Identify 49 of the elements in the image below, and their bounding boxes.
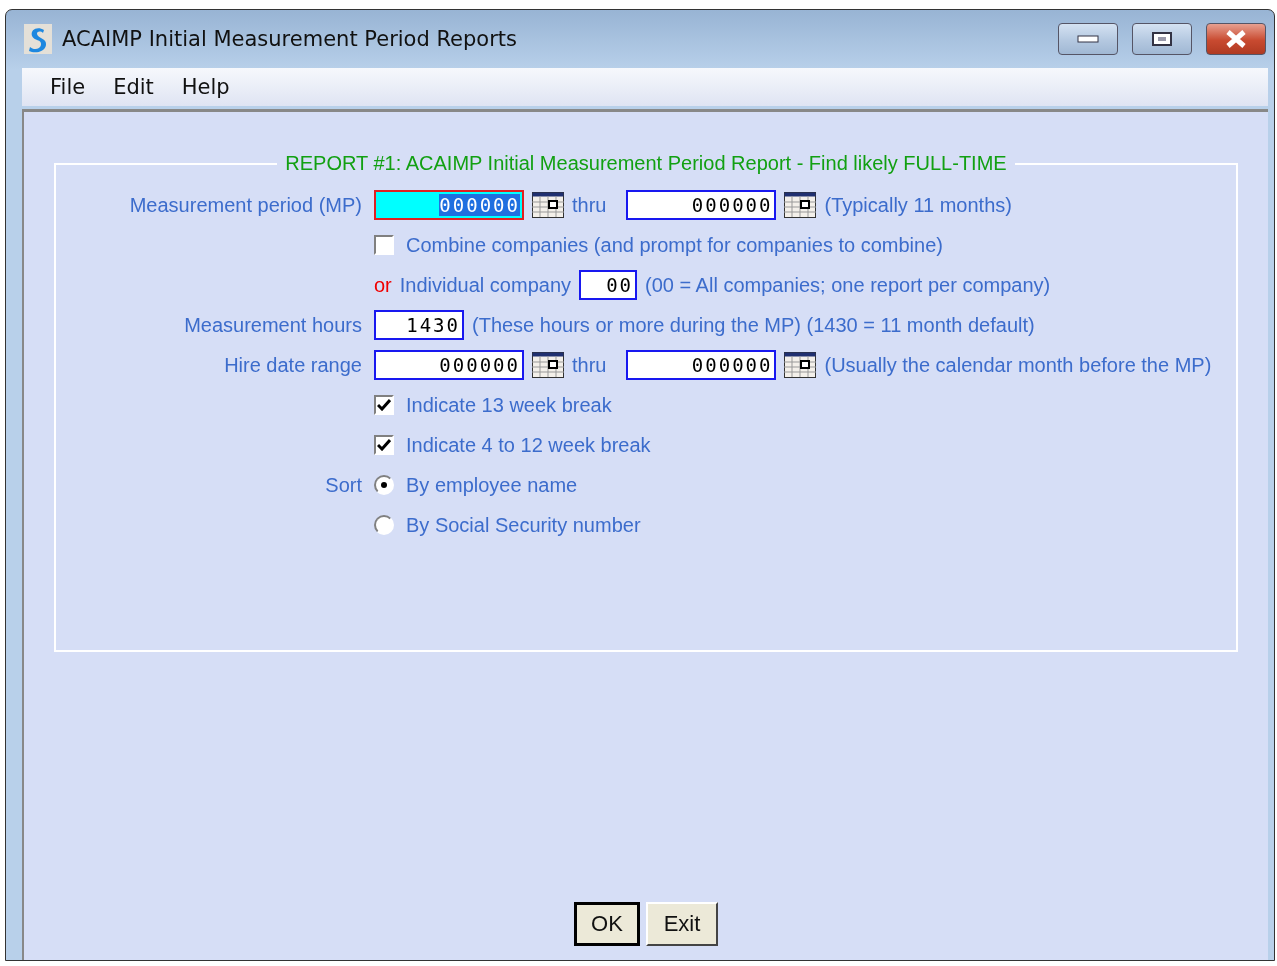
calendar-icon[interactable] [532,352,564,378]
radio-dot-icon [381,482,387,488]
company-field[interactable]: 00 [579,270,637,300]
exit-button[interactable]: Exit [646,902,718,946]
field-label: Individual company [399,273,571,297]
hours-field[interactable]: 1430 [374,310,464,340]
radio-button[interactable] [374,475,394,495]
ok-button[interactable]: OK [574,902,640,946]
menu-item[interactable]: File [50,75,86,99]
radio-button[interactable] [374,515,394,535]
hint-text: (00 = All companies; one report per company) [645,273,1051,297]
checkbox[interactable] [374,235,394,255]
checkbox[interactable] [374,395,394,415]
date-field[interactable]: 000000 [374,190,524,220]
date-field[interactable]: 000000 [626,350,777,380]
window-title: ACAIMP Initial Measurement Period Reports [62,27,519,51]
field-label: Measurement hours [184,313,362,337]
checkbox-label: Indicate 4 to 12 week break [406,433,651,457]
date-field[interactable]: 000000 [374,350,524,380]
checkbox-label: Combine companies (and prompt for companies to combine) [406,233,943,257]
minimize-button[interactable] [1058,23,1118,55]
or-label: or [374,273,392,297]
menu-item[interactable]: Edit [113,75,154,99]
app-logo-icon [24,24,52,54]
minimize-icon [1077,35,1099,43]
thru-label: thru [572,353,607,377]
group-title: REPORT #1: ACAIMP Initial Measurement Period Report - Find likely FULL-TIME [284,152,1008,175]
field-label: Hire date range [224,353,362,377]
close-button[interactable] [1206,23,1266,55]
menu-item[interactable]: Help [181,75,230,99]
calendar-icon[interactable] [784,192,817,218]
hint-text: (Typically 11 months) [824,193,1012,217]
checkbox[interactable] [374,435,394,455]
checkbox-label: Indicate 13 week break [406,393,612,417]
field-label: Measurement period (MP) [129,193,362,217]
radio-label: By Social Security number [406,513,641,537]
radio-label: By employee name [406,473,578,497]
sort-label: Sort [325,473,362,497]
hint-text: (These hours or more during the MP) (1430 = 11 month default) [472,313,1035,337]
close-icon [1225,30,1247,48]
thru-label: thru [572,193,607,217]
date-field[interactable]: 000000 [626,190,777,220]
checkmark-icon [377,399,391,411]
maximize-button[interactable] [1132,23,1192,55]
checkmark-icon [377,439,391,451]
maximize-icon [1151,31,1173,47]
calendar-icon[interactable] [784,352,817,378]
calendar-icon[interactable] [532,192,564,218]
hint-text: (Usually the calendar month before the MP) [824,353,1212,377]
